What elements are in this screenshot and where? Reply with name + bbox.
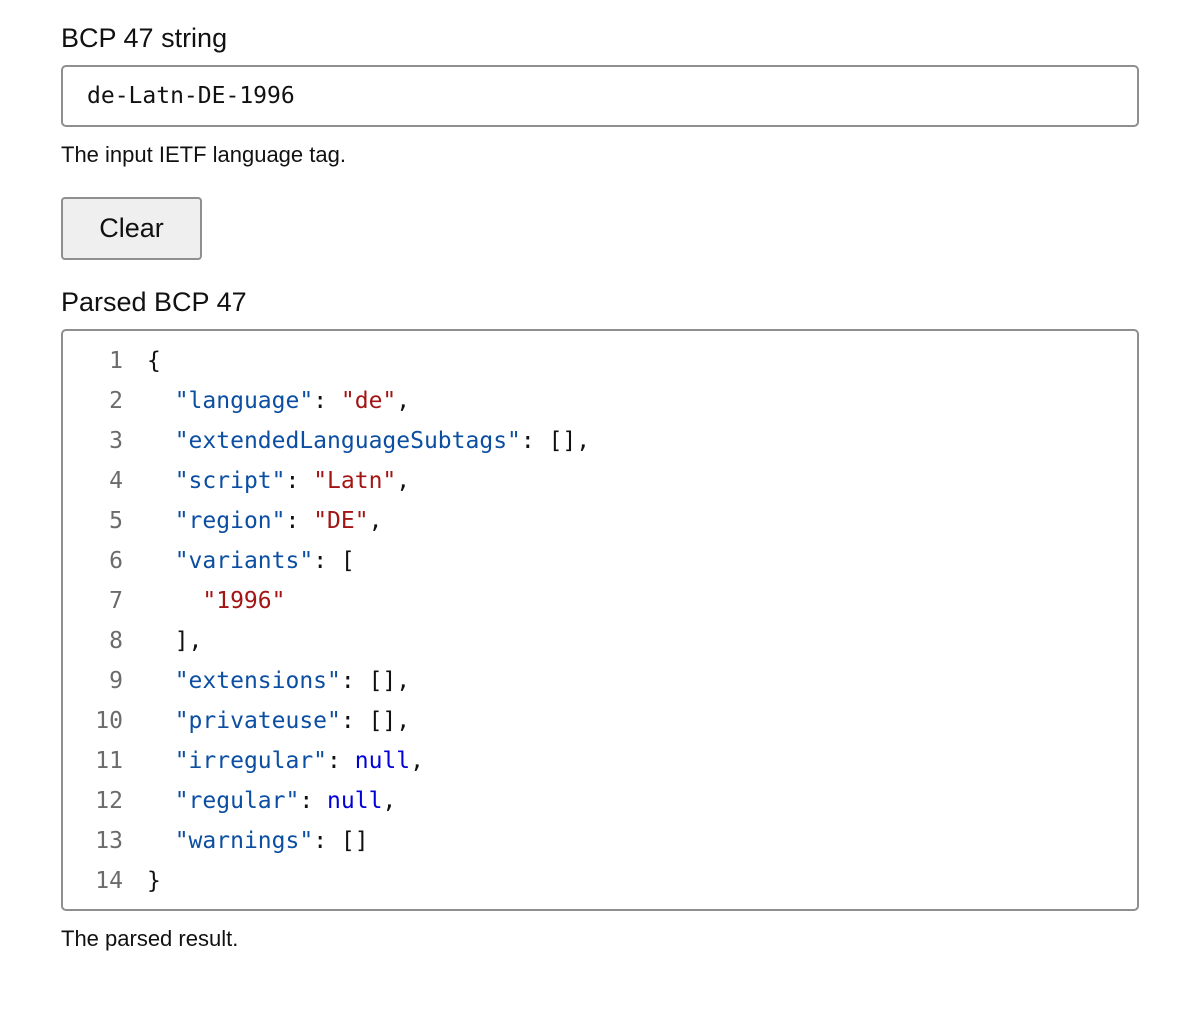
line-number: 14 <box>95 868 123 894</box>
line-number: 1 <box>109 348 123 374</box>
line-number: 3 <box>109 428 123 454</box>
output-help-text: The parsed result. <box>61 926 239 951</box>
code-token-punc <box>147 548 175 574</box>
code-token-punc <box>147 508 175 534</box>
code-token-punc <box>147 668 175 694</box>
parsed-output-code-box[interactable]: 1{2 "language": "de", 3 "extendedLanguage… <box>61 329 1139 911</box>
code-token-punc: : <box>299 788 328 814</box>
code-line: 2 "language": "de", <box>63 381 1137 421</box>
line-number: 4 <box>109 468 123 494</box>
line-number: 9 <box>109 668 123 694</box>
code-line: 5 "region": "DE", <box>63 501 1137 541</box>
code-token-punc: : <box>327 748 355 774</box>
line-number: 8 <box>109 628 123 654</box>
code-token-key: "variants" <box>174 548 314 574</box>
code-text: "region": "DE", <box>123 501 383 541</box>
code-token-str: "DE" <box>313 508 369 534</box>
code-text: "warnings": [] <box>123 821 369 861</box>
code-token-punc <box>147 788 175 814</box>
code-token-str: "Latn" <box>313 468 397 494</box>
code-line: 8 ], <box>63 621 1137 661</box>
code-token-key: "regular" <box>174 788 300 814</box>
line-number: 12 <box>95 788 123 814</box>
line-number: 5 <box>109 508 123 534</box>
code-text: "regular": null, <box>123 781 397 821</box>
code-token-punc: : [], <box>340 668 411 694</box>
code-token-key: "script" <box>174 468 286 494</box>
code-token-punc: , <box>382 788 397 814</box>
line-number: 2 <box>109 388 123 414</box>
code-token-key: "warnings" <box>174 828 314 854</box>
code-token-key: "privateuse" <box>174 708 341 734</box>
code-token-punc: : [], <box>520 428 591 454</box>
code-text: ], <box>123 621 203 661</box>
code-token-punc: : <box>313 388 341 414</box>
code-token-punc: , <box>410 748 424 774</box>
code-token-key: "irregular" <box>174 748 328 774</box>
code-token-str: "1996" <box>202 588 286 614</box>
code-token-punc <box>147 468 175 494</box>
code-text: } <box>123 861 161 901</box>
input-help-text: The input IETF language tag. <box>61 142 346 167</box>
code-line: 10 "privateuse": [], <box>63 701 1137 741</box>
code-text: { <box>123 341 161 381</box>
line-number: 11 <box>95 748 123 774</box>
code-token-key: "region" <box>174 508 286 534</box>
code-text: "extendedLanguageSubtags": [], <box>123 421 590 461</box>
line-number: 7 <box>109 588 123 614</box>
code-line: 12 "regular": null, <box>63 781 1137 821</box>
code-token-punc: : <box>285 468 314 494</box>
code-token-key: "language" <box>174 388 314 414</box>
code-text: "1996" <box>123 581 285 621</box>
code-token-punc: } <box>147 868 161 894</box>
code-token-punc <box>147 388 175 414</box>
code-line: 6 "variants": [ <box>63 541 1137 581</box>
code-token-lit: null <box>354 748 411 774</box>
code-token-str: "de" <box>340 388 397 414</box>
code-line: 4 "script": "Latn", <box>63 461 1137 501</box>
code-token-punc: , <box>396 388 411 414</box>
code-token-punc <box>147 748 175 774</box>
code-token-punc <box>147 588 202 614</box>
code-token-punc <box>147 708 175 734</box>
code-line: 9 "extensions": [], <box>63 661 1137 701</box>
page: BCP 47 string The input IETF language ta… <box>0 0 1200 1024</box>
code-token-lit: null <box>327 788 383 814</box>
code-text: "extensions": [], <box>123 661 410 701</box>
code-token-punc: : [] <box>313 828 369 854</box>
line-number: 10 <box>95 708 123 734</box>
code-line: 1{ <box>63 341 1137 381</box>
code-lines: 1{2 "language": "de", 3 "extendedLanguage… <box>63 341 1137 901</box>
code-token-key: "extensions" <box>174 668 341 694</box>
code-text: "script": "Latn", <box>123 461 410 501</box>
line-number: 13 <box>95 828 123 854</box>
code-token-punc: : [ <box>313 548 355 574</box>
bcp47-string-input[interactable] <box>61 65 1139 127</box>
code-token-punc: , <box>368 508 383 534</box>
code-token-punc: : [], <box>340 708 411 734</box>
code-token-punc: , <box>396 468 411 494</box>
code-line: 13 "warnings": [] <box>63 821 1137 861</box>
code-line: 11 "irregular": null, <box>63 741 1137 781</box>
code-text: "language": "de", <box>123 381 410 421</box>
code-token-punc: ], <box>147 628 203 654</box>
code-line: 14} <box>63 861 1137 901</box>
code-token-punc <box>147 828 175 854</box>
code-token-key: "extendedLanguageSubtags" <box>174 428 521 454</box>
code-line: 7 "1996" <box>63 581 1137 621</box>
bcp47-string-label: BCP 47 string <box>61 23 228 53</box>
code-text: "privateuse": [], <box>123 701 410 741</box>
code-token-punc: { <box>147 348 161 374</box>
code-line: 3 "extendedLanguageSubtags": [], <box>63 421 1137 461</box>
parsed-bcp47-label: Parsed BCP 47 <box>61 287 247 317</box>
code-token-punc <box>147 428 175 454</box>
code-text: "variants": [ <box>123 541 355 581</box>
clear-button[interactable]: Clear <box>61 197 202 260</box>
code-token-punc: : <box>285 508 314 534</box>
code-text: "irregular": null, <box>123 741 424 781</box>
line-number: 6 <box>109 548 123 574</box>
